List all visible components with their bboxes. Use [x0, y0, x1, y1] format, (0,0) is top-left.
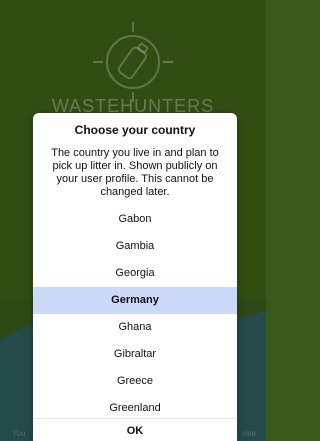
dialog-title: Choose your country: [74, 123, 196, 137]
country-option-greece[interactable]: Greece: [33, 368, 237, 395]
country-option-ghana[interactable]: Ghana: [33, 314, 237, 341]
ok-button[interactable]: OK: [33, 418, 237, 441]
country-option-gibraltar[interactable]: Gibraltar: [33, 341, 237, 368]
country-option-gabon[interactable]: Gabon: [33, 206, 237, 233]
country-list[interactable]: Gabon Gambia Georgia Germany Ghana Gibra…: [33, 206, 237, 422]
country-option-georgia[interactable]: Georgia: [33, 260, 237, 287]
country-option-gambia[interactable]: Gambia: [33, 233, 237, 260]
dialog-description: The country you live in and plan to pick…: [51, 147, 219, 198]
country-dialog: Choose your country The country you live…: [33, 113, 237, 441]
country-option-germany[interactable]: Germany: [33, 287, 237, 314]
